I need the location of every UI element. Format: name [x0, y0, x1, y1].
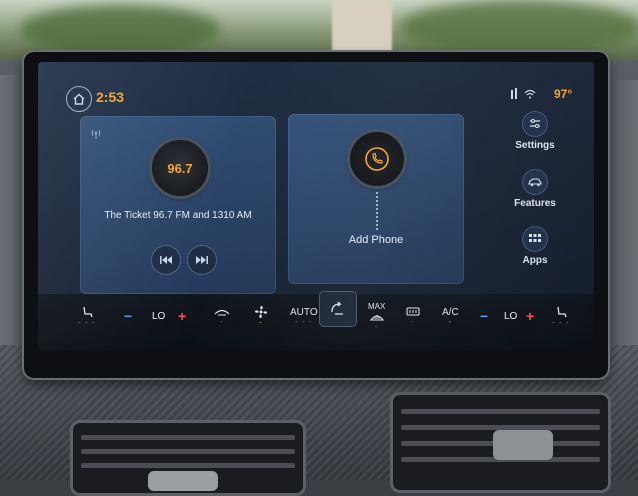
sidebar-item-settings[interactable]: Settings: [504, 112, 566, 151]
max-defrost-button[interactable]: MAX -: [368, 294, 385, 338]
plus-icon: +: [526, 308, 535, 324]
driver-seat-heat-button[interactable]: - - -: [78, 294, 95, 338]
level-indicator: - - -: [295, 316, 313, 326]
skip-back-icon: [160, 256, 172, 264]
home-icon: [73, 93, 85, 105]
connector-line: [376, 192, 378, 230]
background-pillar: [332, 0, 392, 55]
level-indicator: -: [220, 317, 224, 326]
fan-icon: [255, 306, 267, 318]
background-trees: [20, 5, 220, 55]
driver-temp-up-button[interactable]: +: [178, 294, 186, 338]
minus-icon: −: [480, 308, 489, 324]
climate-control-bar: - - - − LO + - - AUTO - - - MAX - - A/C …: [38, 292, 594, 350]
plus-icon: +: [178, 308, 187, 324]
outside-temperature: 97°: [554, 87, 573, 101]
phone-button[interactable]: [350, 132, 404, 186]
sidebar-item-features[interactable]: Features: [504, 170, 566, 209]
level-indicator: - - -: [78, 318, 96, 327]
level-indicator: -: [411, 317, 415, 326]
passenger-temp-value: LO: [504, 310, 518, 322]
station-name: The Ticket 96.7 FM and 1310 AM: [104, 210, 252, 221]
clock: 2:53: [96, 89, 125, 105]
left-air-vent: [70, 420, 306, 496]
heated-seat-icon: [83, 306, 93, 318]
heated-seat-icon: [557, 306, 567, 318]
phone-card[interactable]: Add Phone: [288, 114, 464, 284]
radio-card[interactable]: 96.7 The Ticket 96.7 FM and 1310 AM: [80, 116, 276, 294]
level-indicator: -: [259, 318, 263, 327]
auto-climate-button[interactable]: AUTO - - -: [290, 294, 318, 338]
previous-station-button[interactable]: [152, 246, 180, 274]
phone-icon: [365, 147, 389, 171]
wifi-icon: [524, 89, 536, 99]
vent-adjuster: [493, 430, 553, 460]
ac-button[interactable]: A/C -: [442, 294, 459, 338]
sidebar-item-label: Apps: [522, 255, 548, 266]
defrost-icon: [369, 314, 384, 321]
sidebar-item-apps[interactable]: Apps: [504, 227, 566, 266]
driver-temp-display: LO: [152, 294, 165, 338]
car-icon: [523, 170, 547, 194]
ac-label: A/C: [442, 306, 459, 318]
passenger-seat-heat-button[interactable]: - - -: [552, 294, 569, 338]
minus-icon: −: [124, 308, 133, 324]
sidebar-item-label: Features: [514, 198, 556, 209]
level-indicator: -: [374, 321, 379, 331]
max-label: MAX: [368, 301, 386, 311]
infotainment-screen: 2:53 97° 96.7 The Ticket 96.7 FM and 131…: [38, 62, 594, 350]
level-indicator: - - -: [552, 318, 570, 327]
status-icons: [510, 88, 536, 100]
driver-temp-value: LO: [152, 310, 166, 322]
front-defrost-button[interactable]: -: [214, 294, 230, 338]
background-trees: [400, 0, 638, 55]
apps-grid-icon: [523, 227, 547, 251]
rear-defrost-button[interactable]: -: [406, 294, 420, 338]
right-air-vent: [390, 392, 611, 493]
skip-forward-icon: [196, 256, 208, 264]
level-indicator: -: [448, 316, 453, 326]
driver-temp-down-button[interactable]: −: [124, 294, 132, 338]
phone-signal-icon: [511, 88, 517, 99]
recirculation-button[interactable]: [320, 292, 356, 326]
fan-button[interactable]: -: [254, 294, 268, 338]
broadcast-icon: [91, 130, 101, 139]
add-phone-label[interactable]: Add Phone: [288, 234, 464, 246]
sidebar-item-label: Settings: [515, 140, 555, 151]
passenger-temp-display: LO: [504, 294, 517, 338]
passenger-temp-down-button[interactable]: −: [480, 294, 488, 338]
home-button[interactable]: [66, 86, 92, 112]
recirculation-icon: [331, 301, 343, 315]
auto-label: AUTO: [290, 306, 318, 318]
radio-frequency[interactable]: 96.7: [152, 140, 208, 196]
vent-adjuster: [148, 471, 218, 491]
passenger-temp-up-button[interactable]: +: [526, 294, 534, 338]
next-station-button[interactable]: [188, 246, 216, 274]
settings-sliders-icon: [523, 112, 547, 136]
